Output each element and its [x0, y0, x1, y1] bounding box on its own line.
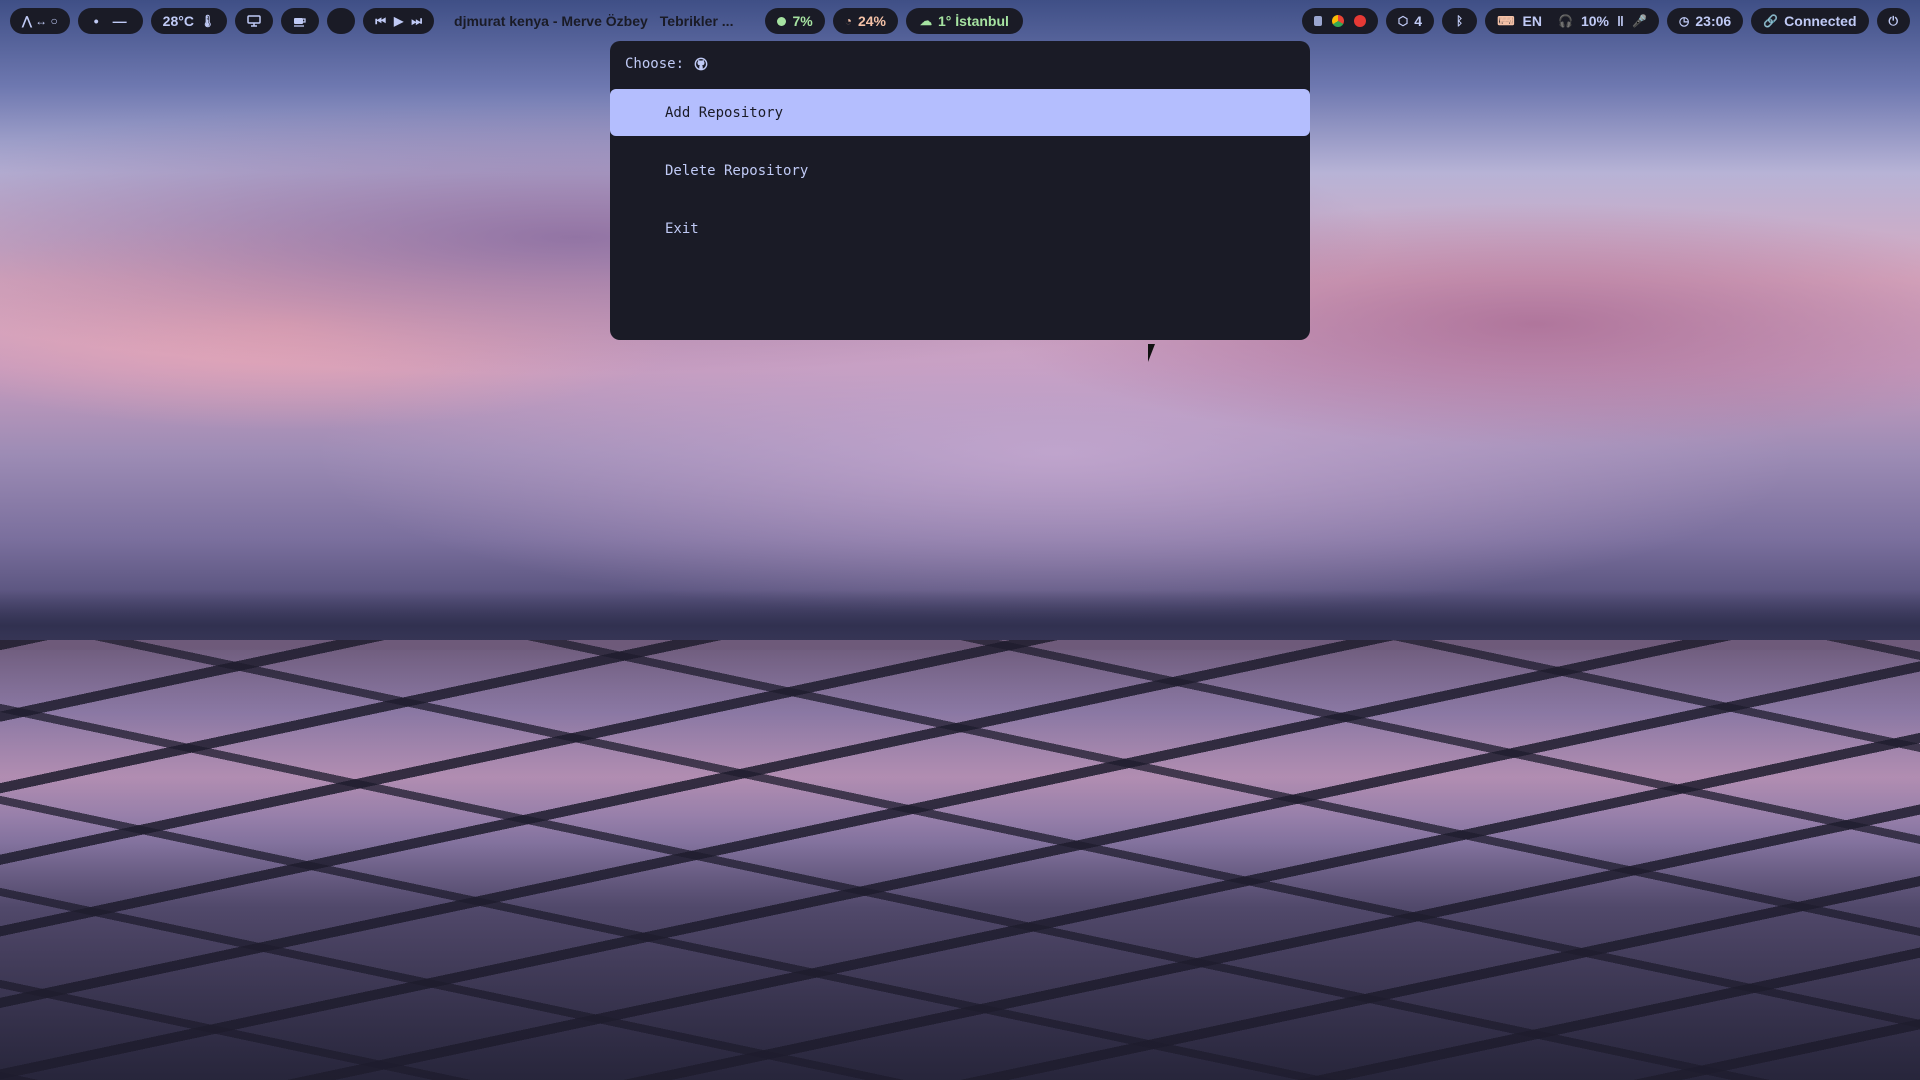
- pause-icon[interactable]: ‖: [1617, 13, 1624, 29]
- cloud-icon: ☁: [919, 14, 932, 28]
- weather-value: 1° İstanbul: [937, 13, 1009, 29]
- workspace-dot[interactable]: •: [94, 13, 99, 29]
- workspaces-count: 4: [1414, 13, 1423, 29]
- blank-widget[interactable]: [327, 8, 356, 34]
- media-next-icon[interactable]: ⏭: [411, 15, 422, 27]
- thermometer-icon: 🌡: [199, 14, 216, 28]
- monitor-icon: [247, 15, 261, 27]
- prompt-input[interactable]: [718, 55, 1243, 73]
- chrome-icon[interactable]: [1331, 15, 1344, 27]
- tray-app-icon[interactable]: [1313, 16, 1322, 26]
- window-title: Tebrikler ...: [659, 13, 734, 29]
- screen-button[interactable]: [235, 8, 274, 34]
- mouse-pointer-icon: [1148, 344, 1162, 362]
- menu-item-delete-repository[interactable]: Delete Repository: [610, 147, 1310, 194]
- workspace-indicator[interactable]: • —: [77, 8, 143, 34]
- clock-icon: ◷: [1678, 14, 1690, 28]
- temperature-widget[interactable]: 28°C 🌡: [150, 8, 228, 34]
- workspaces-widget[interactable]: ⬡ 4: [1385, 8, 1435, 34]
- menu-item-label: Add Repository: [665, 104, 784, 121]
- clock-value: 23:06: [1695, 13, 1732, 29]
- distro-menu-button[interactable]: ⋀ ↔ ○: [10, 8, 70, 34]
- cube-icon: ⬡: [1397, 14, 1409, 28]
- network-widget[interactable]: 🔗 Connected: [1751, 8, 1869, 34]
- media-prev-icon[interactable]: ⏮: [375, 15, 386, 27]
- mic-muted-icon[interactable]: 🎤: [1632, 15, 1647, 27]
- github-icon: [694, 57, 708, 71]
- memory-icon: ◔: [844, 14, 852, 28]
- system-widgets: ⌨ EN 🎧 10% ‖ 🎤: [1485, 8, 1659, 34]
- memory-value: 24%: [857, 13, 886, 29]
- language-value[interactable]: EN: [1523, 13, 1542, 29]
- prompt-row: Choose:: [610, 41, 1310, 87]
- cpu-widget[interactable]: 7%: [765, 8, 825, 34]
- workspace-dash[interactable]: —: [113, 13, 127, 29]
- menu-item-add-repository[interactable]: Add Repository: [610, 89, 1310, 136]
- network-status: Connected: [1784, 13, 1857, 29]
- menu-item-label: Exit: [665, 220, 699, 237]
- headphones-icon: 🎧: [1558, 14, 1573, 28]
- cpu-value: 7%: [792, 13, 813, 29]
- memory-widget[interactable]: ◔ 24%: [832, 8, 898, 34]
- caffeine-button[interactable]: [281, 8, 320, 34]
- tray: [1301, 8, 1378, 34]
- menu-list: Add Repository Delete Repository Exit: [610, 89, 1310, 252]
- media-title: djmurat kenya - Merve Özbey: [454, 13, 648, 29]
- media-play-icon[interactable]: ▶: [394, 15, 403, 27]
- volume-value[interactable]: 10%: [1581, 13, 1609, 29]
- distro-icons: ⋀ ↔ ○: [22, 14, 58, 28]
- coffee-icon: [294, 18, 306, 27]
- power-button[interactable]: ⏻: [1876, 8, 1910, 34]
- weather-widget[interactable]: ☁ 1° İstanbul: [905, 8, 1023, 34]
- cpu-icon: [777, 16, 787, 26]
- temperature-value: 28°C: [162, 13, 194, 29]
- keyboard-icon: ⌨: [1497, 14, 1515, 28]
- menu-item-label: Delete Repository: [665, 162, 809, 179]
- wallpaper-rice-fields: [0, 640, 1920, 1080]
- power-icon: ⏻: [1888, 14, 1899, 28]
- youtube-icon[interactable]: [1353, 15, 1366, 27]
- prompt-label: Choose:: [625, 56, 685, 72]
- bluetooth-button[interactable]: ᛒ: [1442, 8, 1478, 34]
- top-bar: ⋀ ↔ ○ • — 28°C 🌡 ⏮ ▶ ⏭ djmurat kenya - M…: [10, 8, 1910, 34]
- launcher-window: Choose: Add Repository Delete Repository…: [610, 41, 1310, 340]
- link-icon: 🔗: [1763, 14, 1779, 28]
- menu-item-exit[interactable]: Exit: [610, 205, 1310, 252]
- clock-widget[interactable]: ◷ 23:06: [1666, 8, 1744, 34]
- bluetooth-icon: ᛒ: [1456, 14, 1464, 28]
- media-controls: ⏮ ▶ ⏭: [363, 8, 435, 34]
